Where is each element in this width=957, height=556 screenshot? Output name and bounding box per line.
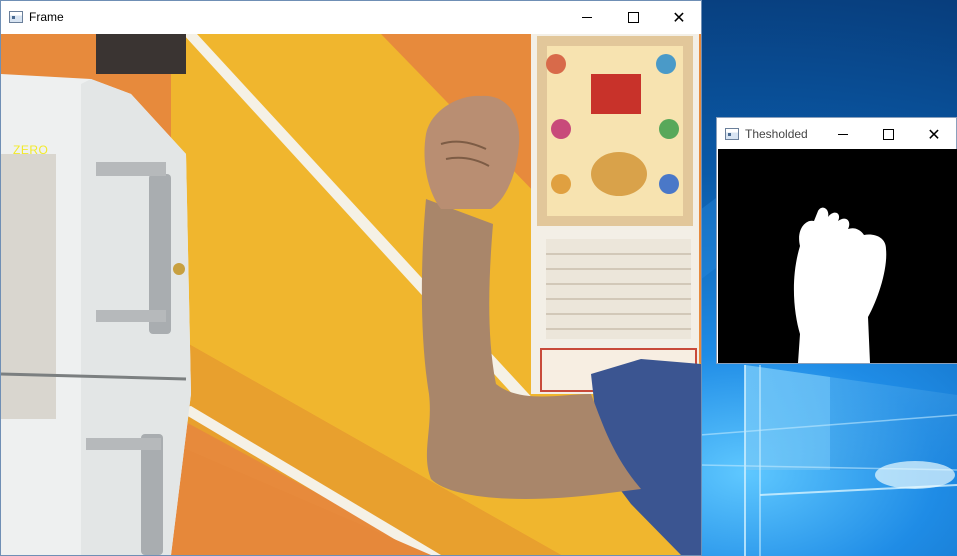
- frame-titlebar[interactable]: Frame ✕: [1, 1, 701, 33]
- threshold-window-title: Thesholded: [745, 126, 808, 141]
- gesture-label: ZERO: [13, 143, 49, 157]
- close-icon[interactable]: ✕: [911, 118, 957, 150]
- hand-mask: [718, 149, 957, 363]
- app-window-icon: [725, 127, 739, 140]
- minimize-icon[interactable]: [820, 118, 866, 150]
- threshold-titlebar[interactable]: Thesholded ✕: [717, 118, 956, 149]
- camera-scene: [1, 34, 701, 555]
- camera-frame-image: ZERO: [1, 34, 701, 555]
- minimize-icon[interactable]: [564, 1, 610, 33]
- maximize-icon[interactable]: [610, 1, 656, 33]
- maximize-icon[interactable]: [865, 118, 911, 150]
- frame-window[interactable]: Frame ✕ ZERO: [0, 0, 702, 556]
- threshold-window[interactable]: Thesholded ✕: [716, 117, 957, 364]
- app-window-icon: [9, 11, 23, 23]
- frame-window-title: Frame: [29, 10, 64, 24]
- close-icon[interactable]: ✕: [656, 1, 702, 33]
- threshold-mask-image: [718, 149, 957, 363]
